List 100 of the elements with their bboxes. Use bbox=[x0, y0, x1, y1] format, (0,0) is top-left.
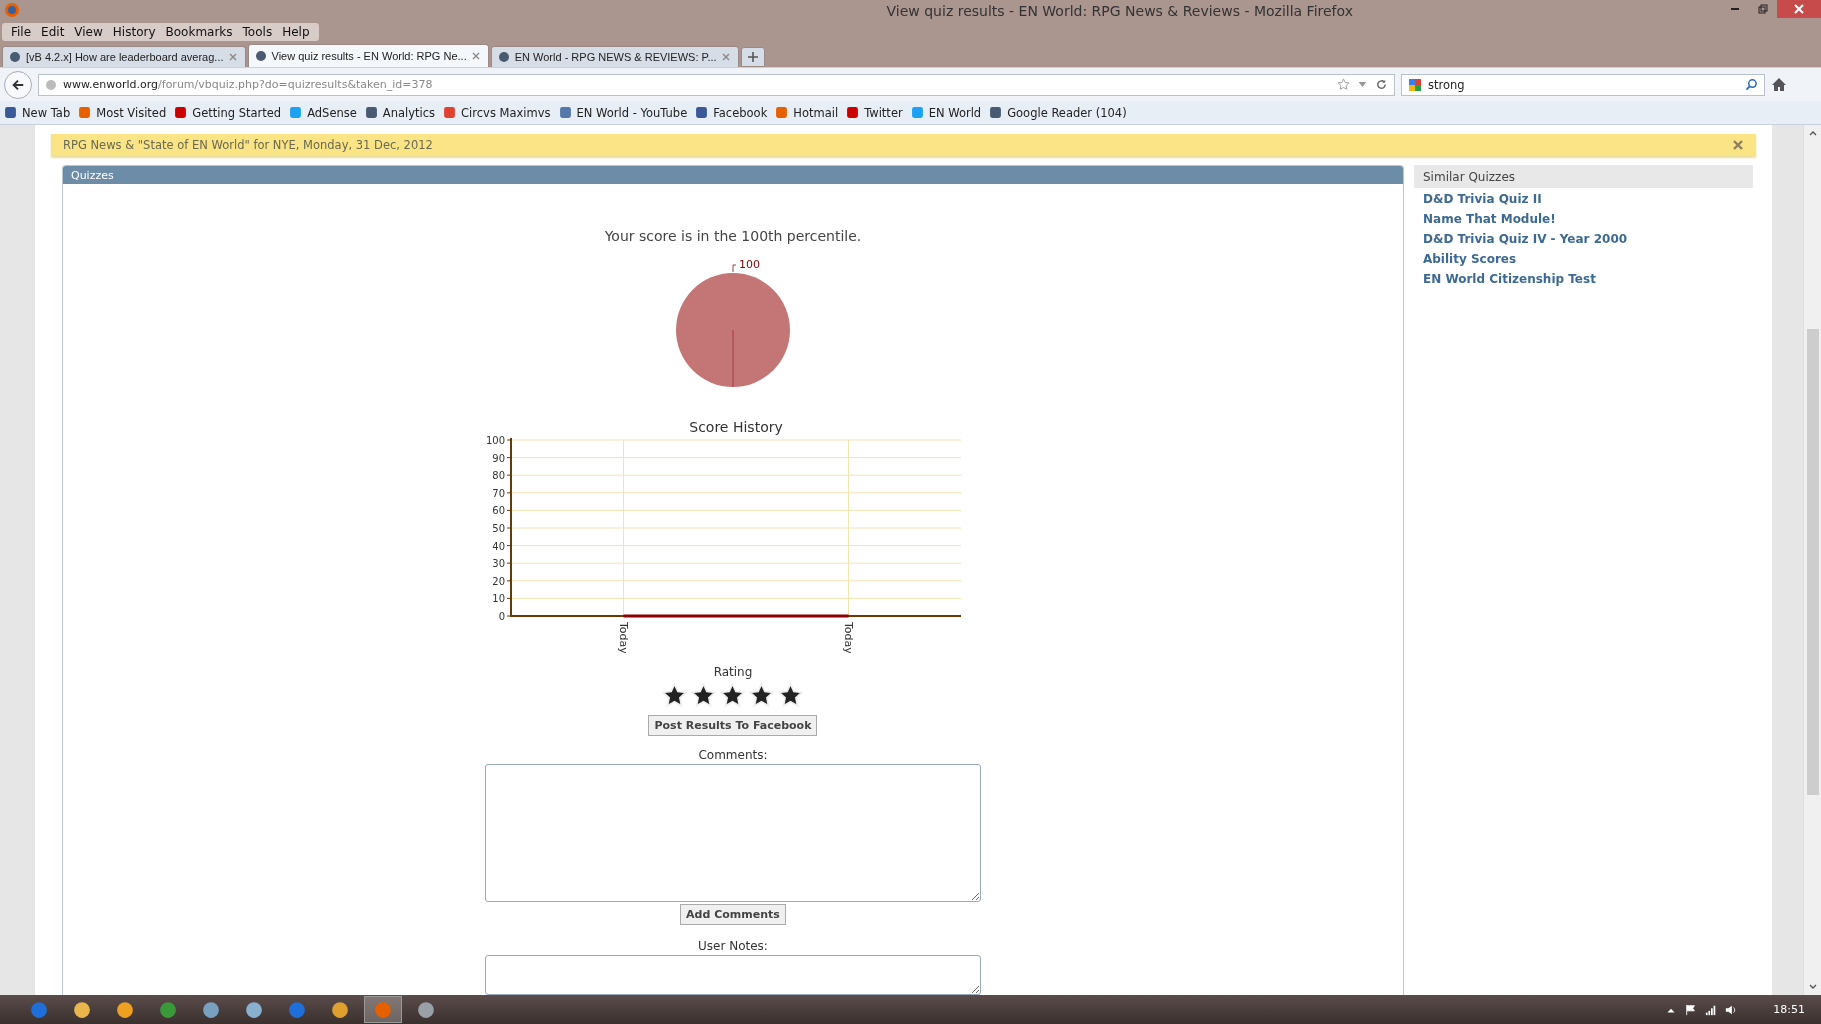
plus-icon bbox=[747, 52, 758, 62]
site-icon bbox=[254, 50, 267, 62]
taskbar-app-icon[interactable] bbox=[116, 1000, 134, 1019]
star-icon[interactable] bbox=[1337, 78, 1350, 91]
clock[interactable]: 18:51 bbox=[1773, 1003, 1805, 1016]
quiz-link[interactable]: D&D Trivia Quiz II bbox=[1423, 192, 1542, 206]
axis-tick-label: 20 bbox=[492, 575, 505, 587]
menu-item[interactable]: Edit bbox=[36, 24, 70, 40]
taskbar-app-icon[interactable] bbox=[331, 1000, 349, 1019]
rating-label: Rating bbox=[713, 665, 753, 679]
bookmark-item[interactable]: Twitter bbox=[846, 105, 903, 120]
menu-item[interactable]: Help bbox=[277, 24, 315, 40]
tick-mark bbox=[506, 615, 512, 617]
tick-mark bbox=[506, 439, 512, 441]
close-tab-icon[interactable] bbox=[721, 53, 730, 61]
user-notes-label: User Notes: bbox=[698, 939, 768, 953]
search-engine-icon[interactable] bbox=[1408, 77, 1422, 92]
taskbar-app-icon[interactable] bbox=[202, 1000, 220, 1019]
bookmark-item[interactable]: New Tab bbox=[4, 105, 71, 120]
bookmark-icon bbox=[910, 106, 924, 119]
taskbar-app-icon[interactable] bbox=[73, 1000, 91, 1019]
bookmark-icon bbox=[174, 106, 188, 119]
flag-icon[interactable] bbox=[1685, 1003, 1698, 1016]
bookmark-icon bbox=[775, 106, 789, 119]
quiz-link[interactable]: Ability Scores bbox=[1423, 252, 1517, 266]
axis-category-label: Today bbox=[841, 622, 855, 653]
menu-item[interactable]: File bbox=[6, 24, 37, 40]
tick-mark bbox=[506, 474, 512, 476]
post-to-facebook-button[interactable]: Post Results To Facebook bbox=[648, 715, 818, 736]
taskbar-app-icon[interactable] bbox=[245, 1000, 263, 1019]
axis-tick-label: 80 bbox=[492, 470, 505, 482]
add-comments-button[interactable]: Add Comments bbox=[680, 904, 786, 925]
browser-tab[interactable]: View quiz results - EN World: RPG Ne... bbox=[247, 44, 489, 67]
speaker-icon[interactable] bbox=[1725, 1003, 1738, 1016]
taskbar-app-icon[interactable] bbox=[417, 1000, 435, 1019]
scroll-down-icon[interactable] bbox=[1807, 983, 1818, 991]
menu-item[interactable]: Tools bbox=[237, 24, 278, 40]
scrollbar[interactable] bbox=[1803, 125, 1821, 995]
bookmark-item[interactable]: Getting Started bbox=[174, 105, 282, 120]
axis-tick-label: 90 bbox=[492, 452, 505, 464]
leader-line bbox=[732, 264, 737, 273]
bookmark-icon bbox=[4, 106, 17, 119]
user-notes-field[interactable] bbox=[485, 955, 981, 995]
notice-text[interactable]: RPG News & "State of EN World" for NYE, Monday, 31 Dec, 2012 bbox=[63, 138, 1733, 152]
window-title: View quiz results - EN World: RPG News & Reviews - Mozilla Firefox bbox=[886, 3, 1353, 21]
bookmark-icon bbox=[443, 106, 457, 119]
quiz-link[interactable]: Name That Module! bbox=[1423, 212, 1556, 226]
search-icon[interactable] bbox=[1745, 78, 1758, 91]
close-tab-icon[interactable] bbox=[228, 53, 237, 61]
comments-field[interactable] bbox=[485, 764, 981, 902]
close-button[interactable] bbox=[1777, 0, 1821, 18]
menu-item[interactable]: View bbox=[69, 24, 108, 40]
bookmark-icon bbox=[289, 106, 303, 119]
back-button[interactable] bbox=[4, 70, 32, 99]
quiz-link[interactable]: D&D Trivia Quiz IV - Year 2000 bbox=[1423, 232, 1628, 246]
axis-tick-label: 60 bbox=[492, 505, 505, 517]
scroll-thumb[interactable] bbox=[1806, 329, 1819, 795]
bookmark-item[interactable]: AdSense bbox=[289, 105, 357, 120]
bookmark-item[interactable]: EN World - YouTube bbox=[558, 105, 688, 120]
bookmark-icon bbox=[989, 106, 1003, 119]
axis-tick-label: 50 bbox=[492, 523, 505, 534]
menu-item[interactable]: History bbox=[107, 24, 161, 40]
taskbar-app-icon[interactable] bbox=[159, 1000, 177, 1019]
browser-tab[interactable]: EN World - RPG NEWS & REVIEWS: P... bbox=[490, 46, 739, 67]
bookmark-item[interactable]: Facebook bbox=[695, 105, 768, 120]
close-icon[interactable] bbox=[1732, 139, 1745, 151]
tick-mark bbox=[506, 545, 512, 547]
axis-tick-label: 30 bbox=[492, 558, 505, 570]
bookmark-icon bbox=[695, 106, 709, 119]
data-label: 100 bbox=[739, 258, 760, 271]
site-icon bbox=[497, 51, 510, 63]
bookmark-item[interactable]: Google Reader (104) bbox=[989, 105, 1127, 120]
url-text: www.enworld.org/forum/vbquiz.php?do=quizresults&taken_id=378 bbox=[63, 78, 433, 91]
close-tab-icon[interactable] bbox=[471, 52, 480, 60]
signal-icon[interactable] bbox=[1705, 1003, 1718, 1016]
bookmark-icon bbox=[846, 106, 860, 119]
address-bar[interactable]: www.enworld.org/forum/vbquiz.php?do=quizresults&taken_id=378 bbox=[38, 73, 1395, 96]
tick-mark bbox=[506, 580, 512, 582]
browser-tab[interactable]: [vB 4.2.x] How are leaderboard averag... bbox=[2, 46, 246, 67]
home-icon[interactable] bbox=[1771, 76, 1787, 93]
axis-tick-label: 0 bbox=[498, 611, 505, 622]
restore-icon bbox=[1758, 4, 1768, 14]
tick-mark bbox=[506, 457, 512, 459]
scroll-up-icon[interactable] bbox=[1807, 129, 1818, 137]
quiz-link[interactable]: EN World Citizenship Test bbox=[1423, 272, 1596, 286]
comments-label: Comments: bbox=[698, 748, 768, 762]
bookmark-item[interactable]: Hotmail bbox=[775, 105, 839, 120]
reload-icon[interactable] bbox=[1375, 78, 1388, 91]
bookmark-item[interactable]: Analytics bbox=[364, 105, 436, 120]
bookmark-item[interactable]: Most Visited bbox=[78, 105, 167, 120]
axis-tick-label: 10 bbox=[492, 593, 505, 605]
tick-mark bbox=[506, 492, 512, 494]
menu-item[interactable]: Bookmarks bbox=[160, 24, 238, 40]
percentile-text: Your score is in the 100th percentile. bbox=[604, 228, 862, 244]
axis-category-label: Today bbox=[616, 622, 630, 653]
search-field[interactable]: strong bbox=[1401, 73, 1765, 96]
new-tab-button[interactable] bbox=[740, 47, 765, 67]
axis-tick-label: 70 bbox=[492, 487, 505, 499]
bookmark-item[interactable]: Circvs Maximvs bbox=[443, 105, 551, 120]
bookmark-item[interactable]: EN World bbox=[910, 105, 982, 120]
